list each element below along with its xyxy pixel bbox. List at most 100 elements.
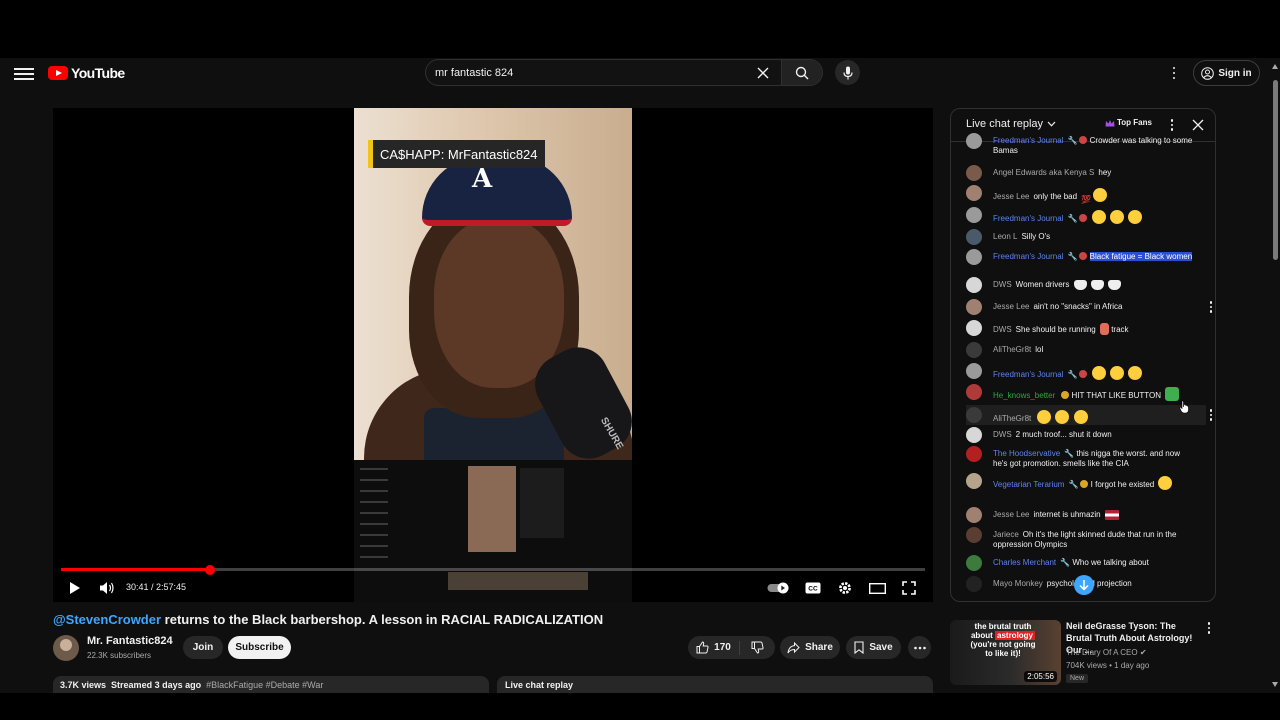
channel-avatar[interactable] — [53, 635, 79, 661]
sign-in-label: Sign in — [1218, 67, 1252, 79]
join-button[interactable]: Join — [183, 636, 223, 659]
settings-icon — [839, 582, 851, 594]
chat-avatar — [966, 277, 982, 293]
search-button[interactable] — [782, 60, 822, 85]
chat-message[interactable]: AliTheGr8t — [966, 405, 1213, 425]
theater-icon — [868, 582, 886, 594]
recommended-more-icon[interactable] — [1208, 622, 1212, 634]
chat-avatar — [966, 407, 982, 423]
menu-icon[interactable] — [14, 65, 34, 81]
description-box[interactable]: 3.7K views Streamed 3 days ago #BlackFat… — [53, 676, 489, 693]
chat-mode-dropdown[interactable]: Live chat replay — [966, 118, 1056, 130]
wrench-icon: 🔧 — [1067, 214, 1078, 223]
scrubber-handle[interactable] — [205, 564, 216, 575]
wrench-icon: 🔧 — [1068, 480, 1079, 489]
fullscreen-icon — [902, 581, 916, 595]
chat-author: Charles Merchant — [993, 558, 1057, 567]
chat-text: ain't no "snacks" in Africa — [1033, 302, 1123, 311]
chat-text: Oh it's the light skinned dude that run … — [993, 530, 1177, 549]
member-badge-icon — [1080, 480, 1089, 488]
rofl-emoji-icon — [1109, 366, 1124, 380]
theater-mode-button[interactable] — [866, 578, 888, 598]
chat-avatar — [966, 576, 982, 592]
recommended-thumbnail[interactable]: the brutal truth about astrology (you're… — [950, 620, 1061, 685]
recommended-channel[interactable]: The Diary Of A CEO ✔ — [1066, 648, 1147, 657]
sign-in-button[interactable]: Sign in — [1193, 60, 1260, 86]
chat-author: DWS — [993, 280, 1012, 289]
chat-author: Jariece — [993, 530, 1019, 539]
title-mention-link[interactable]: @StevenCrowder — [53, 612, 161, 627]
scroll-down-arrow-icon[interactable] — [1272, 682, 1278, 687]
scroll-to-bottom-button[interactable] — [1074, 575, 1094, 595]
fullscreen-button[interactable] — [899, 578, 919, 598]
chat-author: AliTheGr8t — [993, 345, 1032, 354]
chat-more-icon[interactable] — [1169, 118, 1175, 132]
dislike-button[interactable] — [740, 641, 775, 654]
chat-avatar — [966, 165, 982, 181]
check-emoji-icon — [1165, 387, 1180, 401]
video-player[interactable]: A SHURE CA$HAPP: MrFantastic824 30:41 / … — [53, 108, 933, 602]
message-more-icon[interactable] — [1210, 301, 1214, 313]
message-more-icon[interactable] — [1210, 409, 1214, 421]
chat-text-2: track — [1111, 325, 1129, 334]
search-input[interactable] — [426, 60, 751, 85]
chat-title: Live chat replay — [966, 118, 1044, 130]
save-label: Save — [869, 642, 893, 653]
scrollbar-thumb[interactable] — [1273, 80, 1278, 260]
subscribe-button[interactable]: Subscribe — [228, 636, 291, 659]
youtube-logo-icon — [48, 66, 68, 80]
top-fans-button[interactable]: Top Fans — [1105, 118, 1152, 127]
video-title: @StevenCrowder returns to the Black barb… — [53, 612, 603, 627]
runner-emoji-icon — [1099, 323, 1109, 335]
play-icon — [70, 582, 80, 594]
live-chat-replay-bar[interactable]: Live chat replay — [497, 676, 933, 693]
chat-text: Who we talking about — [1072, 558, 1149, 567]
view-count: 3.7K views — [60, 680, 107, 690]
member-badge-icon — [1079, 136, 1088, 144]
rofl-emoji-icon — [1055, 410, 1070, 424]
play-button[interactable] — [65, 578, 85, 598]
close-icon[interactable] — [1191, 118, 1205, 132]
hashtags[interactable]: #BlackFatigue #Debate #War — [206, 680, 323, 690]
settings-button[interactable] — [835, 578, 855, 598]
chat-author: He_knows_better — [993, 391, 1056, 400]
like-button[interactable]: 170 — [688, 640, 740, 655]
chat-author: Jesse Lee — [993, 302, 1030, 311]
voice-search-button[interactable] — [835, 60, 860, 85]
clear-icon[interactable] — [751, 61, 775, 85]
chat-avatar — [966, 207, 982, 223]
thumbnail-text: the brutal truth about astrology (you're… — [968, 622, 1038, 658]
rofl-emoji-icon — [1037, 410, 1052, 424]
rofl-emoji-icon — [1091, 210, 1106, 224]
chat-avatar — [966, 185, 982, 201]
save-button[interactable]: Save — [846, 636, 901, 659]
like-count: 170 — [714, 642, 731, 653]
member-badge-icon — [1079, 370, 1088, 378]
recommended-video[interactable]: the brutal truth about astrology (you're… — [950, 620, 1216, 690]
chat-author: Mayo Monkey — [993, 579, 1043, 588]
chat-author: Freedman's Journal — [993, 214, 1064, 223]
chat-avatar — [966, 229, 982, 245]
chat-avatar — [966, 507, 982, 523]
more-icon[interactable] — [1167, 63, 1181, 83]
youtube-logo[interactable]: YouTube — [48, 64, 125, 82]
channel-name[interactable]: Mr. Fantastic824 — [87, 635, 173, 647]
page-scrollbar[interactable] — [1271, 58, 1280, 693]
chat-author: DWS — [993, 430, 1012, 439]
autoplay-toggle[interactable] — [767, 578, 791, 598]
chat-author: Jesse Lee — [993, 510, 1030, 519]
scroll-up-arrow-icon[interactable] — [1272, 64, 1278, 69]
share-button[interactable]: Share — [780, 636, 840, 659]
wrench-icon: 🔧 — [1067, 370, 1078, 379]
wrench-icon: 🔧 — [1064, 449, 1075, 458]
chat-avatar — [966, 249, 982, 265]
chat-author: Jesse Lee — [993, 192, 1030, 201]
chat-author: AliTheGr8t — [993, 414, 1032, 423]
more-actions-button[interactable] — [908, 636, 931, 659]
rofl-emoji-icon — [1128, 210, 1143, 224]
streamed-date: Streamed 3 days ago — [111, 680, 202, 690]
chat-author: Freedman's Journal — [993, 252, 1064, 261]
captions-button[interactable]: CC — [803, 578, 823, 598]
mute-button[interactable] — [96, 578, 118, 598]
progress-bar[interactable] — [61, 564, 925, 575]
